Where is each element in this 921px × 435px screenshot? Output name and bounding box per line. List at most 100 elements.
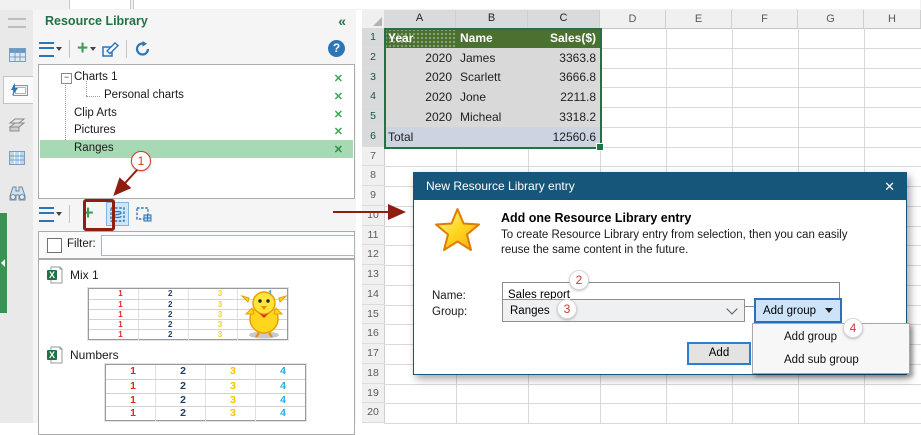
add-group-dropdown-button[interactable]: Add group: [754, 298, 842, 323]
row-header-8[interactable]: 8: [362, 166, 385, 186]
name-label: Name:: [432, 290, 466, 302]
row-header-7[interactable]: 7: [362, 146, 385, 167]
group-combobox[interactable]: Ranges: [502, 299, 745, 322]
cell-B2[interactable]: James: [456, 47, 528, 68]
pane-grip[interactable]: [8, 18, 26, 28]
cell-A1[interactable]: Year: [384, 28, 456, 48]
row-header-13[interactable]: 13: [362, 265, 385, 285]
delete-group-icon[interactable]: ✕: [334, 72, 343, 85]
cell-A5[interactable]: 2020: [384, 107, 456, 127]
row-header-18[interactable]: 18: [362, 363, 385, 384]
cell-A4[interactable]: 2020: [384, 87, 456, 107]
annotation-step-2: 2: [569, 270, 589, 290]
cell-B6[interactable]: [456, 126, 528, 147]
delete-group-icon[interactable]: ✕: [334, 108, 343, 121]
select-all-corner[interactable]: [362, 10, 385, 29]
column-list-icon[interactable]: [4, 145, 30, 171]
chevron-down-icon: [56, 47, 62, 51]
entry-preview-table[interactable]: 1234123412341234: [105, 364, 306, 421]
preview-cell: 4: [255, 393, 305, 408]
add-button[interactable]: Add: [687, 342, 751, 365]
menu-item-add-group[interactable]: Add group: [753, 326, 909, 349]
filter-input[interactable]: [101, 235, 355, 256]
cell-C3[interactable]: 3666.8: [528, 67, 600, 88]
row-header-1[interactable]: 1: [362, 28, 386, 48]
cell-A6[interactable]: Total: [384, 126, 456, 147]
row-header-4[interactable]: 4: [362, 87, 386, 107]
delete-group-icon[interactable]: ✕: [334, 143, 343, 156]
row-header-10[interactable]: 10: [362, 205, 385, 226]
add-range-entry-button[interactable]: [133, 203, 155, 225]
help-button[interactable]: ?: [328, 40, 345, 57]
column-header-A[interactable]: A: [384, 10, 456, 30]
library-entry-name[interactable]: Numbers: [70, 348, 119, 362]
menu-item-add-sub-group[interactable]: Add sub group: [753, 349, 909, 372]
tree-item-clip-arts[interactable]: Clip Arts ✕: [40, 105, 353, 123]
refresh-button[interactable]: [131, 38, 154, 60]
gridline: [384, 166, 921, 168]
tree-item-pictures[interactable]: Pictures ✕: [40, 122, 353, 140]
svg-text:X: X: [49, 350, 55, 360]
view-menu-button[interactable]: [36, 38, 65, 60]
preview-cell: 3: [205, 393, 255, 408]
collapsed-pane-bar[interactable]: [0, 213, 7, 313]
column-header-G[interactable]: G: [798, 10, 864, 29]
preview-cell: 2: [155, 379, 205, 394]
column-header-D[interactable]: D: [600, 10, 666, 29]
chevron-down-icon: [726, 303, 738, 315]
row-header-16[interactable]: 16: [362, 324, 385, 344]
entry-menu-button[interactable]: [36, 203, 65, 225]
close-icon[interactable]: ✕: [884, 173, 895, 200]
row-header-20[interactable]: 20: [362, 403, 385, 423]
cell-B4[interactable]: Jone: [456, 87, 528, 107]
cell-B5[interactable]: Micheal: [456, 107, 528, 127]
tree-item-ranges[interactable]: Ranges ✕: [40, 140, 353, 159]
cell-C1[interactable]: Sales($): [528, 28, 600, 48]
column-header-E[interactable]: E: [666, 10, 732, 29]
row-header-11[interactable]: 11: [362, 225, 385, 246]
gridline: [384, 383, 921, 385]
cell-B3[interactable]: Scarlett: [456, 67, 528, 88]
annotation-step-3: 3: [557, 299, 577, 319]
binoculars-icon[interactable]: [4, 180, 30, 206]
row-header-17[interactable]: 17: [362, 344, 385, 364]
edit-button[interactable]: [99, 38, 122, 60]
row-header-19[interactable]: 19: [362, 383, 385, 404]
preview-cell: 4: [255, 379, 305, 394]
row-header-5[interactable]: 5: [362, 107, 386, 127]
collapse-panel-button[interactable]: «: [338, 13, 346, 29]
column-header-H[interactable]: H: [864, 10, 921, 29]
tree-item-charts-1[interactable]: − Charts 1 ✕: [40, 69, 353, 87]
cell-C2[interactable]: 3363.8: [528, 47, 600, 68]
cell-C6[interactable]: 12560.6: [528, 126, 600, 147]
cell-B1[interactable]: Name: [456, 28, 528, 48]
row-header-12[interactable]: 12: [362, 245, 385, 265]
row-header-15[interactable]: 15: [362, 304, 385, 325]
row-header-14[interactable]: 14: [362, 284, 385, 305]
column-header-F[interactable]: F: [732, 10, 798, 29]
cell-A2[interactable]: 2020: [384, 47, 456, 68]
delete-group-icon[interactable]: ✕: [334, 125, 343, 138]
tree-item-personal-charts[interactable]: Personal charts ✕: [40, 87, 353, 105]
filter-checkbox[interactable]: [47, 238, 62, 253]
column-header-B[interactable]: B: [456, 10, 528, 30]
library-entry-name[interactable]: Mix 1: [70, 268, 99, 282]
cell-A3[interactable]: 2020: [384, 67, 456, 88]
selection-fill-handle[interactable]: [596, 142, 604, 151]
clipboard-tray-icon[interactable]: [4, 112, 30, 138]
cell-C4[interactable]: 2211.8: [528, 87, 600, 107]
row-header-3[interactable]: 3: [362, 67, 386, 88]
svg-text:X: X: [49, 270, 55, 280]
cell-C5[interactable]: 3318.2: [528, 107, 600, 127]
row-header-9[interactable]: 9: [362, 186, 385, 206]
worksheet-tab-icon[interactable]: [4, 42, 30, 68]
resource-library-tab-icon[interactable]: [3, 76, 33, 104]
row-header-6[interactable]: 6: [362, 126, 386, 147]
row-header-2[interactable]: 2: [362, 47, 386, 68]
plus-icon: +: [77, 38, 89, 59]
add-group-toolbar-button[interactable]: +: [74, 38, 99, 60]
delete-group-icon[interactable]: ✕: [334, 90, 343, 103]
tree-expander-icon[interactable]: −: [61, 73, 72, 84]
gridline: [384, 403, 921, 405]
column-header-C[interactable]: C: [528, 10, 600, 30]
